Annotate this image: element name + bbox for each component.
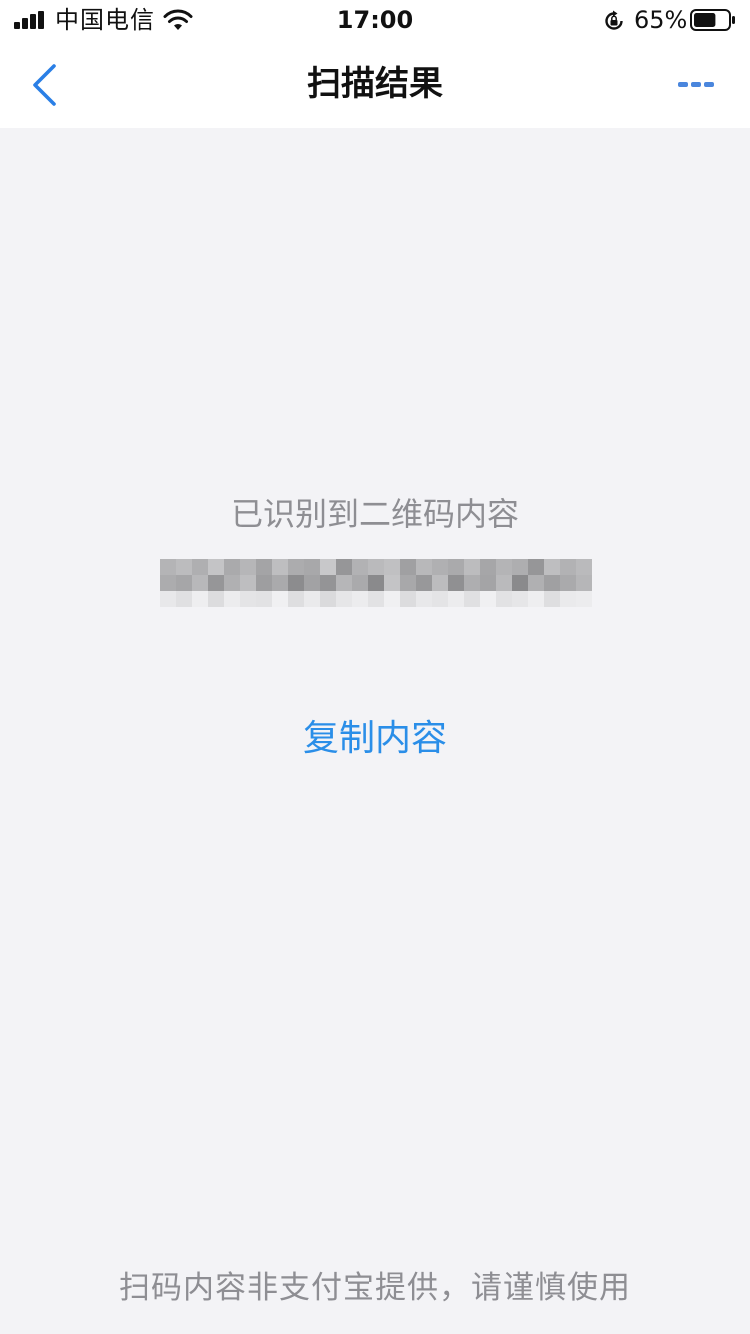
mosaic-cell (224, 575, 240, 591)
mosaic-cell (464, 575, 480, 591)
mosaic-cell (368, 559, 384, 575)
mosaic-cell (480, 591, 496, 607)
mosaic-cell (400, 559, 416, 575)
mosaic-cell (432, 559, 448, 575)
mosaic-cell (480, 559, 496, 575)
mosaic-cell (176, 591, 192, 607)
mosaic-cell (192, 575, 208, 591)
mosaic-cell (576, 591, 592, 607)
mosaic-cell (496, 575, 512, 591)
mosaic-cell (384, 575, 400, 591)
mosaic-cell (352, 591, 368, 607)
mosaic-cell (464, 591, 480, 607)
mosaic-cell (240, 591, 256, 607)
mosaic-cell (544, 591, 560, 607)
mosaic-cell (448, 559, 464, 575)
status-bar: 中国电信 17:00 65% (0, 0, 750, 40)
mosaic-cell (256, 575, 272, 591)
result-label: 已识别到二维码内容 (230, 495, 519, 533)
mosaic-cell (320, 559, 336, 575)
mosaic-cell (512, 591, 528, 607)
mosaic-cell (160, 559, 176, 575)
mosaic-cell (416, 559, 432, 575)
redacted-scanned-content (160, 559, 592, 607)
mosaic-cell (208, 559, 224, 575)
mosaic-cell (272, 575, 288, 591)
mosaic-cell (528, 575, 544, 591)
mosaic-cell (432, 591, 448, 607)
mosaic-cell (256, 559, 272, 575)
mosaic-cell (304, 559, 320, 575)
more-icon-dot (678, 82, 688, 87)
mosaic-cell (320, 575, 336, 591)
mosaic-cell (576, 559, 592, 575)
mosaic-cell (560, 559, 576, 575)
mosaic-cell (560, 591, 576, 607)
mosaic-cell (416, 591, 432, 607)
mosaic-cell (496, 591, 512, 607)
mosaic-cell (528, 591, 544, 607)
mosaic-cell (320, 591, 336, 607)
mosaic-cell (384, 559, 400, 575)
mosaic-cell (160, 575, 176, 591)
mosaic-cell (512, 559, 528, 575)
page-title: 扫描结果 (307, 64, 443, 104)
mosaic-cell (496, 559, 512, 575)
more-icon-dot (691, 82, 701, 87)
mosaic-cell (544, 575, 560, 591)
mosaic-cell (336, 559, 352, 575)
mosaic-cell (192, 591, 208, 607)
copy-content-button[interactable]: 复制内容 (0, 716, 750, 762)
mosaic-cell (288, 559, 304, 575)
mosaic-cell (432, 575, 448, 591)
navigation-bar: 扫描结果 (0, 40, 750, 128)
mosaic-cell (176, 559, 192, 575)
mosaic-cell (400, 591, 416, 607)
mosaic-cell (304, 591, 320, 607)
mosaic-cell (192, 559, 208, 575)
mosaic-cell (272, 591, 288, 607)
mosaic-cell (384, 591, 400, 607)
mosaic-cell (464, 559, 480, 575)
mosaic-cell (208, 591, 224, 607)
mosaic-cell (352, 559, 368, 575)
scan-result-content: 已识别到二维码内容 复制内容 扫码内容非支付宝提供，请谨慎使用 (0, 128, 750, 1334)
safety-disclaimer: 扫码内容非支付宝提供，请谨慎使用 (119, 1270, 631, 1306)
mosaic-cell (368, 575, 384, 591)
more-icon-dot (704, 82, 714, 87)
mosaic-cell (240, 575, 256, 591)
mosaic-cell (272, 559, 288, 575)
mosaic-cell (336, 575, 352, 591)
mosaic-cell (448, 591, 464, 607)
mosaic-cell (224, 559, 240, 575)
mosaic-cell (288, 591, 304, 607)
rotation-lock-icon (605, 10, 623, 30)
mosaic-cell (224, 591, 240, 607)
mosaic-cell (176, 575, 192, 591)
mosaic-cell (448, 575, 464, 591)
mosaic-cell (288, 575, 304, 591)
mosaic-cell (336, 591, 352, 607)
mosaic-cell (560, 575, 576, 591)
mosaic-cell (528, 559, 544, 575)
mosaic-cell (400, 575, 416, 591)
mosaic-cell (368, 591, 384, 607)
mosaic-cell (416, 575, 432, 591)
mosaic-cell (256, 591, 272, 607)
more-button[interactable] (665, 60, 725, 108)
mosaic-cell (480, 575, 496, 591)
mosaic-cell (544, 559, 560, 575)
mosaic-cell (160, 591, 176, 607)
mosaic-cell (304, 575, 320, 591)
battery-percent: 65% (634, 6, 688, 34)
battery-icon (690, 9, 735, 31)
mosaic-cell (512, 575, 528, 591)
mosaic-cell (352, 575, 368, 591)
mosaic-cell (576, 575, 592, 591)
mosaic-cell (240, 559, 256, 575)
mosaic-cell (208, 575, 224, 591)
